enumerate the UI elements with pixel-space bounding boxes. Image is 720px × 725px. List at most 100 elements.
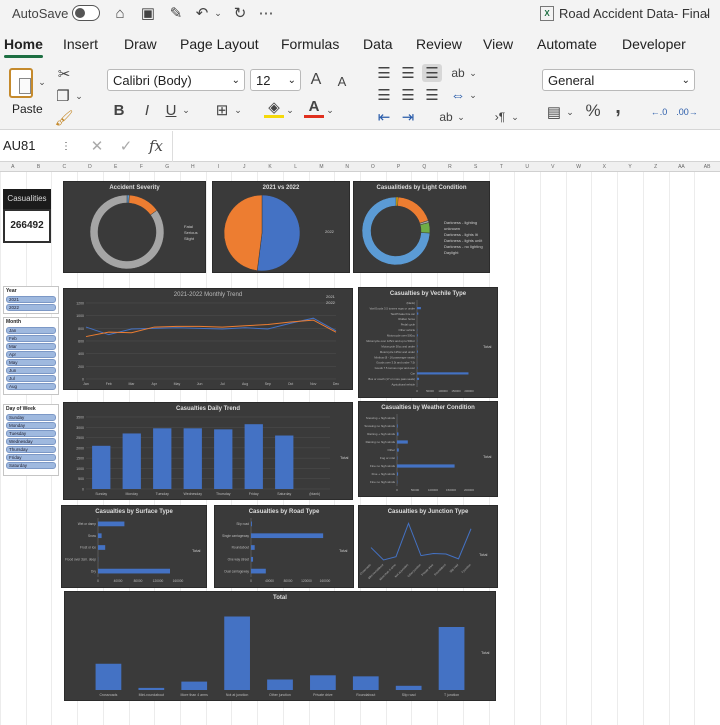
column-header[interactable]: P [386,164,412,170]
worksheet[interactable]: Casualities 266492 Year 2021 2022 Month … [0,172,720,725]
tab-page-layout[interactable]: Page Layout [180,36,259,52]
column-header[interactable]: C [51,164,77,170]
align-bottom-icon[interactable]: ☰ [422,64,442,82]
orientation-dropdown-icon[interactable]: ⌄ [468,64,478,82]
orientation-icon[interactable]: ab [448,64,468,82]
increase-indent-icon[interactable]: ⇥ [398,108,418,126]
merge-icon[interactable]: ⇔ [448,86,468,104]
comma-button[interactable]: , [610,96,626,118]
underline-button[interactable]: U [162,100,180,120]
text-direction-icon[interactable]: ›¶ [490,108,510,126]
tab-draw[interactable]: Draw [124,36,157,52]
bold-button[interactable]: B [110,100,128,120]
font-size-select[interactable]: 12 ⌄ [250,69,301,91]
light-condition-chart[interactable]: Casualitieds by Light Condition Darkness… [353,181,490,273]
monthly-trend-chart[interactable]: 0 200 400 600 800 1000 1200 Jan Feb Mar Apr May Jun J… [63,288,353,390]
junction-type-chart[interactable]: Crossroads Mini-roundabout More than 4 arm… [358,505,498,588]
year-comparison-chart[interactable]: 2021 vs 2022 2022 [212,181,350,273]
save-as-icon[interactable]: ✎ [166,3,186,23]
column-header[interactable]: G [154,164,180,170]
wrap-dropdown-icon[interactable]: ⌄ [456,108,466,126]
text-direction-dropdown-icon[interactable]: ⌄ [510,108,520,126]
column-header[interactable]: B [26,164,52,170]
redo-icon[interactable]: ↻ [230,3,250,23]
name-box-more-icon[interactable]: ⋮ [60,137,72,155]
font-color-icon[interactable]: A [304,98,324,118]
paste-icon[interactable] [9,68,33,98]
fill-color-dropdown-icon[interactable]: ⌄ [285,100,295,120]
column-header[interactable]: I [206,164,232,170]
slicer-item-jun[interactable]: Jun [6,367,56,374]
align-right-icon[interactable]: ☰ [422,86,442,104]
align-left-icon[interactable]: ☰ [374,86,394,104]
slicer-item-jan[interactable]: Jan [6,327,56,334]
slicer-item-mar[interactable]: Mar [6,343,56,350]
slicer-item-tuesday[interactable]: Tuesday [6,430,56,437]
column-header[interactable]: L [283,164,309,170]
daily-trend-chart[interactable]: 0 500 1000 1500 2000 2500 3000 3500 Sunday Monday… [63,402,353,500]
undo-icon[interactable]: ↶ [192,3,212,23]
column-header[interactable]: O [360,164,386,170]
font-color-dropdown-icon[interactable]: ⌄ [325,100,335,120]
wrap-text-icon[interactable]: ab [436,108,456,126]
column-header[interactable]: U [514,164,540,170]
column-header[interactable]: V [540,164,566,170]
paste-dropdown-icon[interactable]: ⌄ [36,72,48,92]
decrease-indent-icon[interactable]: ⇤ [374,108,394,126]
slicer-item-wednesday[interactable]: Wednesday [6,438,56,445]
save-icon[interactable]: ▣ [138,3,158,23]
tab-home[interactable]: Home [4,36,43,58]
decrease-decimal-icon[interactable]: .00→ [676,102,698,122]
italic-button[interactable]: I [138,100,156,120]
column-header[interactable]: M [309,164,335,170]
tab-review[interactable]: Review [416,36,462,52]
column-header[interactable]: S [463,164,489,170]
borders-dropdown-icon[interactable]: ⌄ [233,100,243,120]
slicer-item-may[interactable]: May [6,359,56,366]
slicer-item-thursday[interactable]: Thursday [6,446,56,453]
more-icon[interactable]: ⋯ [256,3,276,23]
fill-color-icon[interactable]: ◈ [264,98,284,118]
copy-dropdown-icon[interactable]: ⌄ [74,88,84,104]
column-header[interactable]: J [231,164,257,170]
undo-dropdown-icon[interactable]: ⌄ [212,3,224,23]
monthly-total-chart[interactable]: Crossroads Mini-roundabout More than 4 arm… [64,591,496,701]
column-header[interactable]: W [566,164,592,170]
enter-icon[interactable]: ✓ [117,137,135,155]
column-header[interactable]: A [0,164,26,170]
align-center-icon[interactable]: ☰ [398,86,418,104]
decrease-font-icon[interactable]: A [332,71,352,91]
align-top-icon[interactable]: ☰ [374,64,394,82]
column-header[interactable]: AA [669,164,695,170]
cancel-icon[interactable]: ✕ [88,137,106,155]
column-header[interactable]: E [103,164,129,170]
percent-button[interactable]: % [582,100,604,122]
align-middle-icon[interactable]: ☰ [398,64,418,82]
column-header[interactable]: T [489,164,515,170]
merge-dropdown-icon[interactable]: ⌄ [468,86,478,104]
cut-icon[interactable]: ✂ [56,66,72,83]
title-chevron-icon[interactable]: ⌄ [700,3,714,23]
slicer-item-saturday[interactable]: Saturday [6,462,56,469]
slicer-item-sunday[interactable]: Sunday [6,414,56,421]
increase-font-icon[interactable]: A [306,69,326,91]
paste-button[interactable]: Paste [12,102,43,116]
underline-dropdown-icon[interactable]: ⌄ [181,100,191,120]
copy-icon[interactable]: ❐ [54,88,72,105]
slicer-item-friday[interactable]: Friday [6,454,56,461]
tab-automate[interactable]: Automate [537,36,597,52]
column-header[interactable]: K [257,164,283,170]
column-header[interactable]: F [129,164,155,170]
tab-insert[interactable]: Insert [63,36,98,52]
increase-decimal-icon[interactable]: ←.0 [648,102,670,122]
font-name-select[interactable]: Calibri (Body) ⌄ [107,69,245,91]
weather-condition-chart[interactable]: 0 50000 100000 150000 200000 Snowing + high w… [358,401,498,497]
slicer-item-2022[interactable]: 2022 [6,304,56,311]
format-painter-icon[interactable]: 🖌 [54,110,73,127]
tab-view[interactable]: View [483,36,513,52]
column-header[interactable]: Z [643,164,669,170]
column-header[interactable]: D [77,164,103,170]
home-icon[interactable]: ⌂ [110,3,130,23]
road-type-chart[interactable]: 0 40000 80000 120000 160000 Slip road Single c… [214,505,354,588]
tab-data[interactable]: Data [363,36,393,52]
